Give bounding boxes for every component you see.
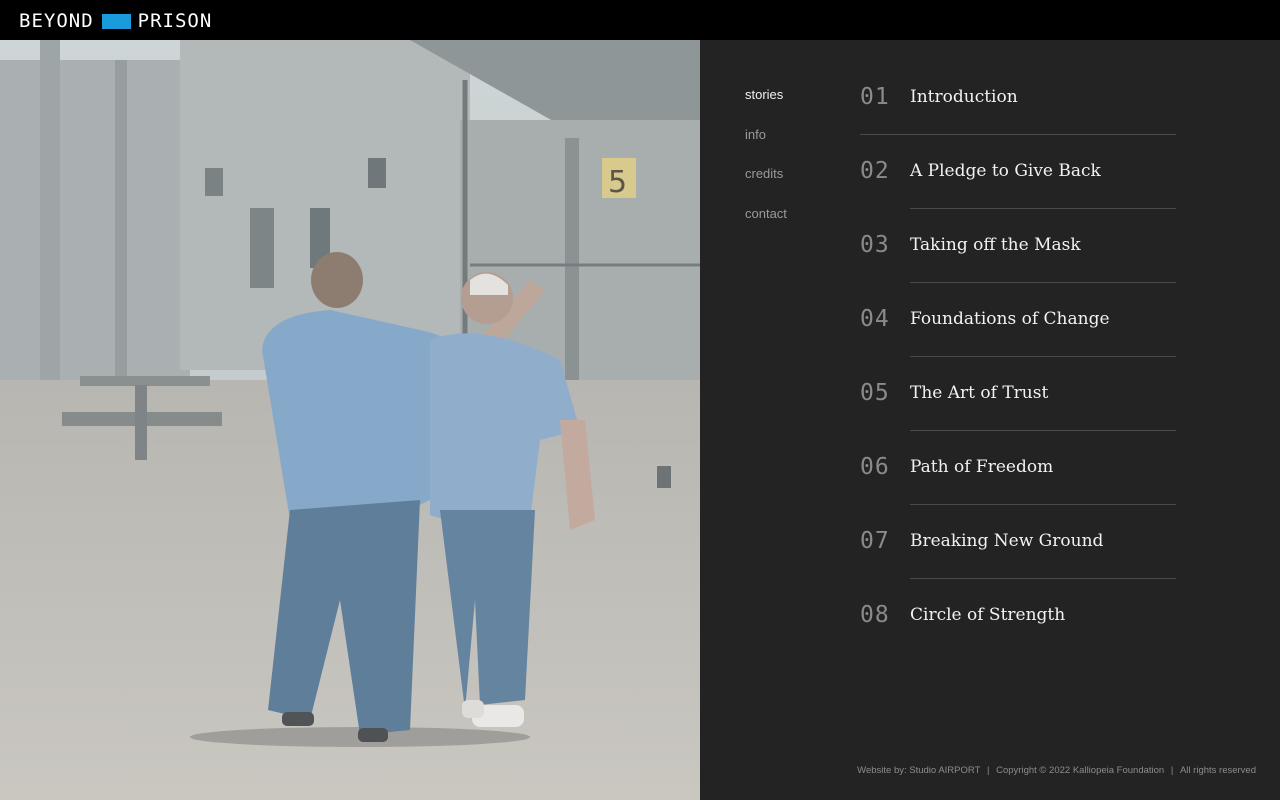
story-number: 03: [860, 232, 890, 258]
side-nav: stories info credits contact: [745, 87, 787, 245]
story-item-freedom[interactable]: 06 Path of Freedom: [860, 431, 1184, 505]
story-item-foundations[interactable]: 04 Foundations of Change: [860, 283, 1184, 357]
nav-item-contact[interactable]: contact: [745, 206, 787, 246]
story-title: Breaking New Ground: [910, 531, 1104, 551]
logo-word-beyond: BEYOND: [19, 10, 94, 32]
nav-item-stories[interactable]: stories: [745, 87, 787, 127]
nav-item-credits[interactable]: credits: [745, 166, 787, 206]
story-item-new-ground[interactable]: 07 Breaking New Ground: [860, 505, 1184, 579]
story-item-introduction[interactable]: 01 Introduction: [860, 61, 1184, 135]
photo-sign-number: 5: [608, 165, 627, 200]
footer-website-link[interactable]: Website by: Studio AIRPORT: [857, 765, 980, 776]
stories-list: 01 Introduction 02 A Pledge to Give Back…: [860, 61, 1184, 653]
footer-separator: |: [987, 765, 990, 776]
story-title: Introduction: [910, 87, 1018, 107]
site-footer: Website by: Studio AIRPORT | Copyright ©…: [855, 765, 1258, 776]
top-bar: BEYOND PRISON: [0, 0, 1280, 40]
story-item-pledge[interactable]: 02 A Pledge to Give Back: [860, 135, 1184, 209]
photo-two-men-walking-icon: 5: [0, 40, 700, 800]
site-logo[interactable]: BEYOND PRISON: [19, 10, 212, 32]
nav-item-info[interactable]: info: [745, 127, 787, 167]
logo-blue-bar-icon: [101, 13, 131, 29]
footer-copyright: Copyright © 2022 Kalliopeia Foundation: [996, 765, 1165, 776]
story-number: 02: [860, 158, 890, 184]
story-title: Foundations of Change: [910, 309, 1110, 329]
story-number: 08: [860, 602, 890, 628]
story-title: A Pledge to Give Back: [910, 161, 1101, 181]
story-item-trust[interactable]: 05 The Art of Trust: [860, 357, 1184, 431]
story-title: Circle of Strength: [910, 605, 1066, 625]
story-item-mask[interactable]: 03 Taking off the Mask: [860, 209, 1184, 283]
story-number: 05: [860, 380, 890, 406]
logo-word-prison: PRISON: [137, 10, 213, 32]
story-title: Taking off the Mask: [910, 235, 1081, 255]
hero-photo: 5: [0, 40, 700, 800]
story-number: 04: [860, 306, 890, 332]
story-number: 01: [860, 84, 890, 110]
story-title: Path of Freedom: [910, 457, 1054, 477]
story-number: 06: [860, 454, 890, 480]
menu-panel: stories info credits contact 01 Introduc…: [700, 40, 1280, 800]
footer-rights: All rights reserved: [1179, 765, 1256, 776]
story-title: The Art of Trust: [910, 383, 1049, 403]
story-number: 07: [860, 528, 890, 554]
story-item-strength[interactable]: 08 Circle of Strength: [860, 579, 1184, 653]
footer-separator: |: [1170, 765, 1174, 776]
